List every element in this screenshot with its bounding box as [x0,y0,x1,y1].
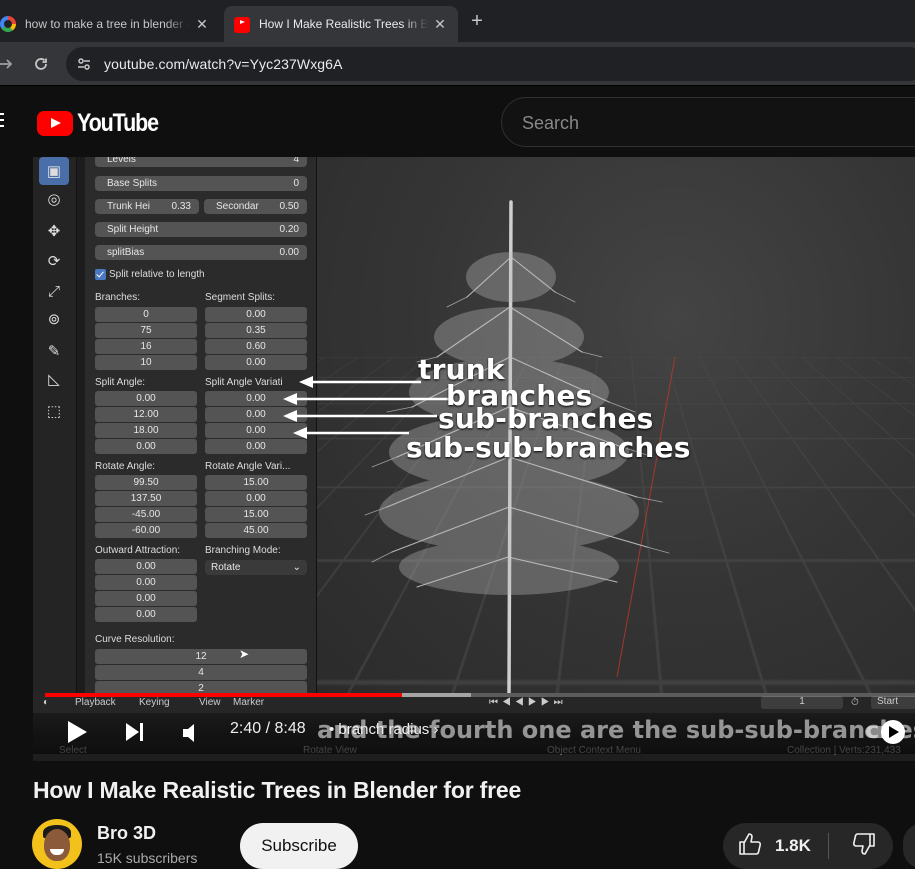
youtube-header: YouTube [0,87,915,157]
address-bar[interactable]: youtube.com/watch?v=Yyc237Wxg6A [66,47,915,81]
reload-icon[interactable] [27,50,55,78]
timeline-menu-marker: Marker [233,697,265,708]
google-g-icon [0,16,16,32]
progress-bar[interactable] [45,693,915,697]
youtube-icon [234,17,250,33]
subscriber-count: 15K subscribers [97,850,198,866]
youtube-play-logo-icon [37,111,73,136]
search-box [501,97,915,147]
new-tab-plus-icon[interactable]: + [466,10,488,32]
play-icon[interactable] [63,719,89,750]
site-settings-icon[interactable] [76,56,92,72]
browser-window: how to make a tree in blender - ✕ How I … [0,0,915,869]
annotation-sub-sub-branches: sub-sub-branches [406,431,691,464]
volume-icon[interactable] [181,722,203,749]
subscribe-button[interactable]: Subscribe [240,823,358,869]
timeline-menu-keying: Keying [139,697,170,708]
url-text: youtube.com/watch?v=Yyc237Wxg6A [104,56,343,72]
chapter-title[interactable]: • branch radius › [329,721,438,738]
dislike-button[interactable] [835,823,893,869]
timeline-editor-icon: ◐ [43,697,50,708]
tab-youtube-video[interactable]: How I Make Realistic Trees in Bl ✕ [224,6,458,42]
timeline-menu-playback: Playback [75,697,116,708]
menu-icon[interactable] [0,113,4,129]
chevron-right-icon: › [433,721,439,738]
thumbs-down-icon [851,831,877,862]
player-controls: and the fourth one are the sub-sub-branc… [33,710,915,754]
search-input[interactable] [522,110,902,136]
youtube-logo-text: YouTube [77,109,159,137]
channel-avatar[interactable] [32,819,82,869]
video-title: How I Make Realistic Trees in Blender fo… [33,777,522,803]
channel-name[interactable]: Bro 3D [97,823,156,844]
like-dislike-group: 1.8K [723,823,893,869]
tab-strip: how to make a tree in blender - ✕ How I … [0,0,915,42]
tab-title: How I Make Realistic Trees in Bl [259,17,428,31]
tab-google-search[interactable]: how to make a tree in blender - ✕ [0,6,220,42]
video-player[interactable]: ▣ ◎ ✥ ⟳ ⤢ ⊚ ✎ ◺ ⬚ Levels 4 Base Splits 0 T… [33,157,915,761]
share-button[interactable] [903,823,915,869]
like-button[interactable]: 1.8K [723,823,828,869]
tab-title: how to make a tree in blender - [25,17,190,31]
thumbs-up-icon [737,831,763,862]
timer-icon: ⏱ [851,697,859,708]
browser-toolbar: youtube.com/watch?v=Yyc237Wxg6A [0,42,915,86]
timeline-menu-view: View [199,697,221,708]
tab-close-icon[interactable]: ✕ [190,12,214,36]
forward-arrow-icon[interactable] [0,50,20,78]
next-icon[interactable] [123,720,147,749]
youtube-logo[interactable]: YouTube [37,109,171,138]
start-frame-field: Start [871,696,915,709]
like-divider [828,833,829,859]
current-frame-field: 1 [761,696,843,709]
autoplay-toggle[interactable] [865,718,915,746]
progress-played [45,693,402,697]
tab-close-icon[interactable]: ✕ [428,12,452,36]
timeline-playback-icons: ⏮◀◀▶▶⏭ [489,697,567,708]
time-display: 2:40 / 8:48 [230,720,306,737]
like-count: 1.8K [775,836,811,855]
